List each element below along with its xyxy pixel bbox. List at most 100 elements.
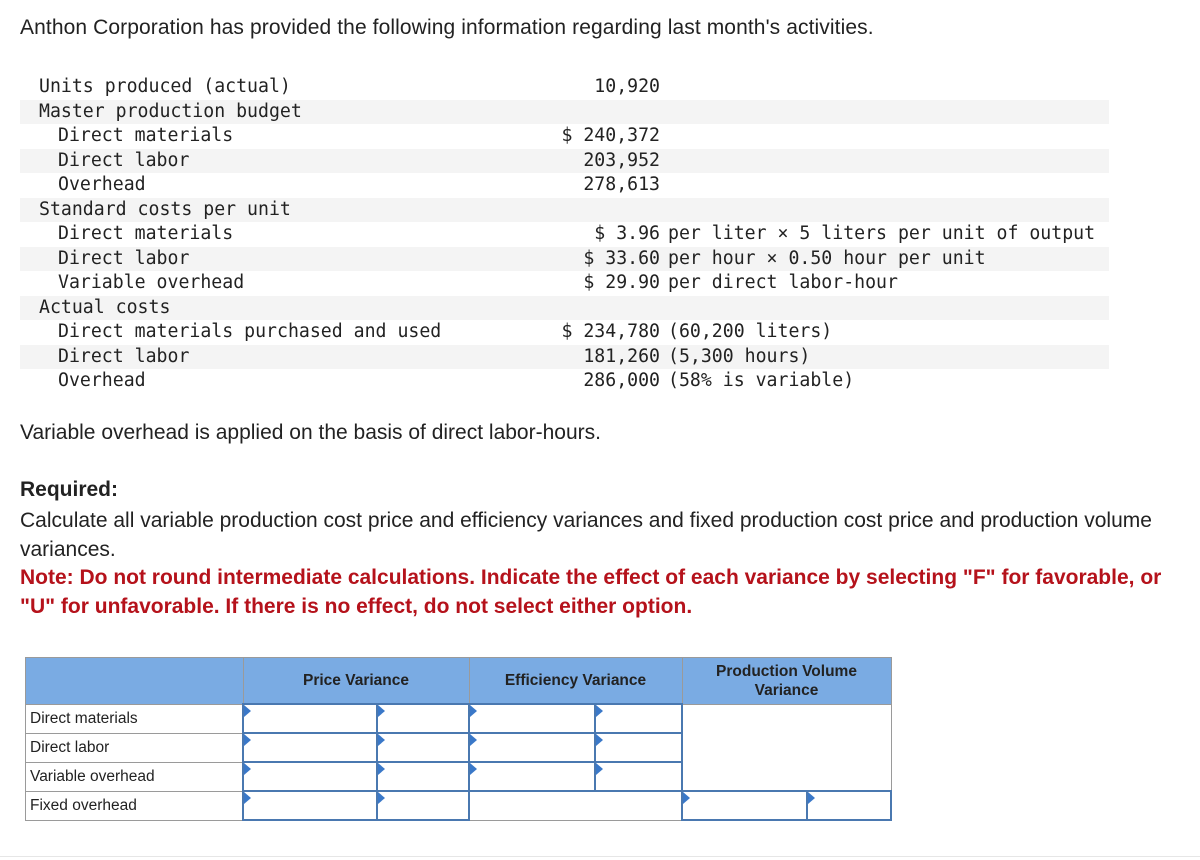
row-label: Overhead	[58, 370, 146, 392]
input-flag-icon	[683, 792, 690, 804]
data-row: Master production budget	[20, 99, 1109, 124]
data-row: Direct labor $ 33.60 per hour × 0.50 hou…	[20, 246, 1109, 271]
input-flag-icon	[470, 734, 477, 746]
row-value	[528, 99, 660, 124]
row-desc	[660, 295, 1109, 320]
row-desc: (58% is variable)	[668, 370, 855, 392]
page-bottom-divider	[0, 856, 1200, 857]
row-value: $ 33.60	[528, 246, 660, 271]
row-label: Direct labor	[20, 246, 528, 271]
variance-answer-table: Price Variance Efficiency Variance Produ…	[25, 657, 892, 821]
dropdown-flag-icon	[808, 792, 816, 804]
input-flag-icon	[244, 734, 251, 746]
row-label: Direct materials purchased and used	[58, 321, 442, 343]
data-row: Direct materials $ 3.96 per liter × 5 li…	[20, 222, 1109, 247]
row-desc	[660, 148, 1109, 173]
data-row: Standard costs per unit	[20, 197, 1109, 222]
fo-volume-amount-input[interactable]	[680, 790, 809, 821]
row-value: $ 234,780	[561, 321, 660, 343]
row-value: $ 3.96	[594, 223, 660, 245]
required-instructions: Calculate all variable production cost p…	[20, 509, 1152, 561]
row-desc	[660, 75, 1109, 100]
row-label: Actual costs	[20, 295, 528, 320]
required-heading: Required:	[20, 478, 119, 501]
row-label: Master production budget	[20, 99, 528, 124]
row-label: Direct labor	[20, 148, 528, 173]
dm-price-effect-select[interactable]	[376, 703, 470, 734]
data-row: Direct materials $ 240,372	[20, 124, 1109, 149]
dropdown-flag-icon	[378, 763, 386, 775]
row-value: 278,613	[583, 174, 660, 196]
row-desc	[660, 197, 1109, 222]
row-label: Direct materials	[25, 703, 244, 734]
row-value	[528, 295, 660, 320]
fo-price-amount-field[interactable]	[244, 792, 377, 819]
row-value: 286,000	[583, 370, 660, 392]
row-value: $ 240,372	[561, 125, 660, 147]
data-row: Direct labor 203,952	[20, 148, 1109, 173]
vo-efficiency-amount-field[interactable]	[470, 763, 595, 790]
row-value: 203,952	[528, 148, 660, 173]
dm-price-amount-field[interactable]	[244, 705, 377, 732]
row-label: Direct materials	[58, 125, 234, 147]
input-flag-icon	[244, 705, 251, 717]
dm-efficiency-amount-field[interactable]	[470, 705, 595, 732]
dropdown-flag-icon	[596, 705, 604, 717]
intro-text: Anthon Corporation has provided the foll…	[20, 16, 874, 39]
data-row: Direct materials purchased and used $ 23…	[20, 320, 1109, 345]
volume-variance-na-cell	[681, 703, 892, 792]
vo-efficiency-amount-input[interactable]	[467, 761, 597, 792]
row-label: Fixed overhead	[25, 790, 244, 821]
dl-efficiency-amount-field[interactable]	[470, 734, 595, 761]
row-desc: per direct labor-hour	[668, 272, 898, 294]
fo-volume-effect-select[interactable]	[806, 790, 892, 821]
data-row: Direct labor 181,260 (5,300 hours)	[20, 344, 1109, 369]
row-label: Direct materials	[58, 223, 234, 245]
row-desc: (5,300 hours)	[660, 344, 1109, 369]
data-row: Actual costs	[20, 295, 1109, 320]
dm-price-amount-input[interactable]	[241, 703, 379, 734]
input-flag-icon	[244, 792, 251, 804]
header-blank	[25, 657, 244, 705]
rounding-note: Note: Do not round intermediate calculat…	[20, 566, 1162, 618]
dl-price-amount-field[interactable]	[244, 734, 377, 761]
dm-efficiency-amount-input[interactable]	[467, 703, 597, 734]
vo-price-amount-input[interactable]	[241, 761, 379, 792]
dropdown-flag-icon	[596, 763, 604, 775]
dl-price-amount-input[interactable]	[241, 732, 379, 763]
input-flag-icon	[470, 705, 477, 717]
dropdown-flag-icon	[596, 734, 604, 746]
data-row: Overhead 278,613	[20, 173, 1109, 198]
dl-efficiency-amount-input[interactable]	[467, 732, 597, 763]
fo-price-effect-select[interactable]	[376, 790, 470, 821]
table-row-fixed-overhead: Fixed overhead	[25, 790, 892, 821]
data-row: Variable overhead $ 29.90 per direct lab…	[20, 271, 1109, 296]
dm-efficiency-effect-select[interactable]	[594, 703, 683, 734]
dl-price-effect-select[interactable]	[376, 732, 470, 763]
dl-efficiency-effect-select[interactable]	[594, 732, 683, 763]
row-label: Units produced (actual)	[39, 76, 291, 98]
efficiency-variance-na-cell	[468, 790, 683, 821]
data-row: Units produced (actual) 10,920	[20, 75, 1109, 100]
row-label: Variable overhead	[58, 272, 245, 294]
variable-overhead-note: Variable overhead is applied on the basi…	[20, 421, 601, 444]
row-label: Variable overhead	[25, 761, 244, 792]
row-desc: per liter × 5 liters per unit of output	[668, 223, 1096, 245]
vo-price-amount-field[interactable]	[244, 763, 377, 790]
fo-price-amount-input[interactable]	[241, 790, 379, 821]
vo-price-effect-select[interactable]	[376, 761, 470, 792]
row-label: Standard costs per unit	[20, 197, 528, 222]
dropdown-flag-icon	[378, 792, 386, 804]
input-flag-icon	[244, 763, 251, 775]
row-desc: (60,200 liters)	[668, 321, 833, 343]
row-desc: per hour × 0.50 hour per unit	[660, 246, 1109, 271]
dropdown-flag-icon	[378, 734, 386, 746]
vo-efficiency-effect-select[interactable]	[594, 761, 683, 792]
data-row: Overhead 286,000 (58% is variable)	[20, 369, 1109, 394]
fo-volume-amount-field[interactable]	[683, 792, 807, 819]
cost-data-table: Units produced (actual) 10,920 Master pr…	[20, 75, 1109, 394]
dropdown-flag-icon	[378, 705, 386, 717]
row-label: Direct labor	[25, 732, 244, 763]
row-value: $ 29.90	[583, 272, 660, 294]
row-label: Direct labor	[20, 344, 528, 369]
